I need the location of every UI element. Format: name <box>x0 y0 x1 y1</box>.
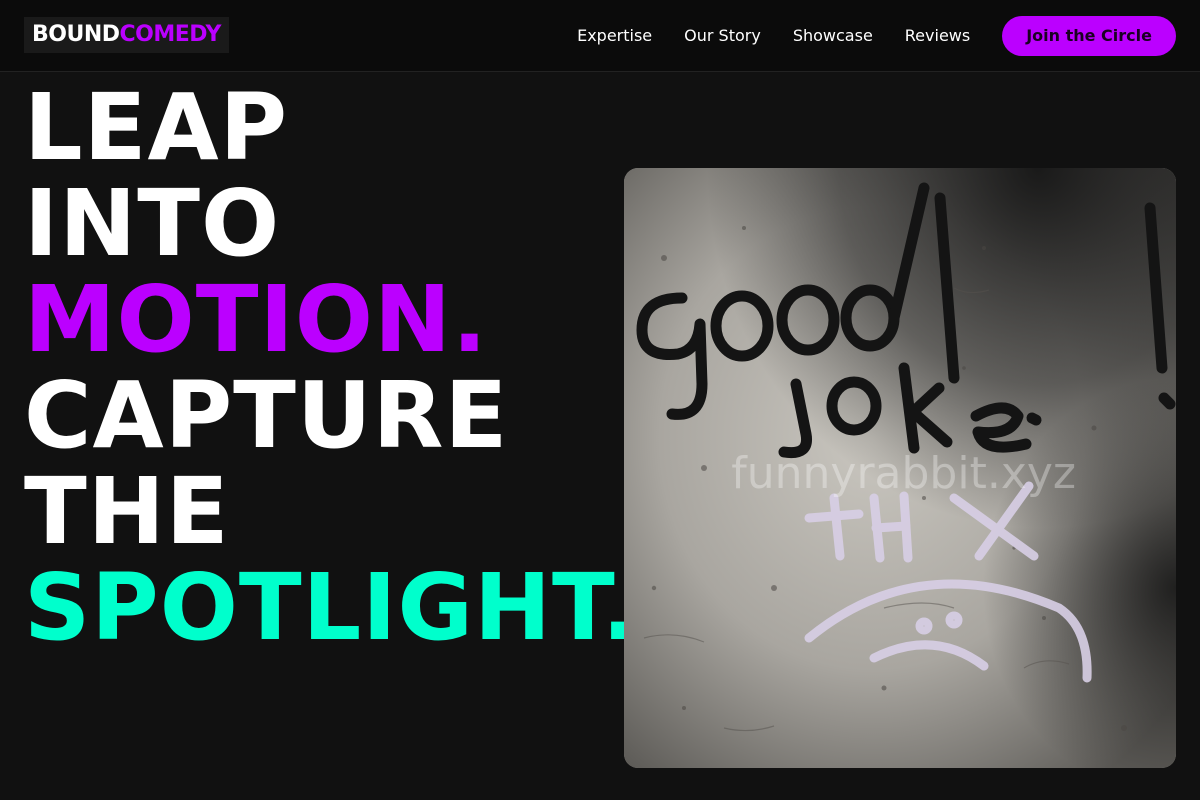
brand-logo[interactable]: BOUND COMEDY <box>24 17 229 53</box>
hero-line-3-accent: MOTION. <box>24 266 488 373</box>
hero-line-2: INTO <box>24 170 281 277</box>
brand-logo-part2: COMEDY <box>119 22 222 47</box>
join-the-circle-button[interactable]: Join the Circle <box>1002 16 1176 56</box>
main-nav: Expertise Our Story Showcase Reviews Joi… <box>577 16 1176 56</box>
hero-line-1: LEAP <box>24 74 289 181</box>
graffiti-wall-illustration <box>624 168 1176 768</box>
hero-headline: LEAP INTO MOTION. CAPTURE THE SPOTLIGHT. <box>24 80 638 656</box>
nav-link-reviews[interactable]: Reviews <box>905 16 970 56</box>
nav-link-showcase[interactable]: Showcase <box>793 16 873 56</box>
hero-photo-graffiti-wall <box>624 168 1176 768</box>
nav-link-expertise[interactable]: Expertise <box>577 16 652 56</box>
brand-logo-part1: BOUND <box>32 22 120 47</box>
nav-link-our-story[interactable]: Our Story <box>684 16 761 56</box>
hero-line-5: THE <box>24 458 230 565</box>
top-navbar: BOUND COMEDY Expertise Our Story Showcase… <box>0 0 1200 72</box>
hero-line-6-accent: SPOTLIGHT. <box>24 554 638 661</box>
hero-line-4: CAPTURE <box>24 362 509 469</box>
